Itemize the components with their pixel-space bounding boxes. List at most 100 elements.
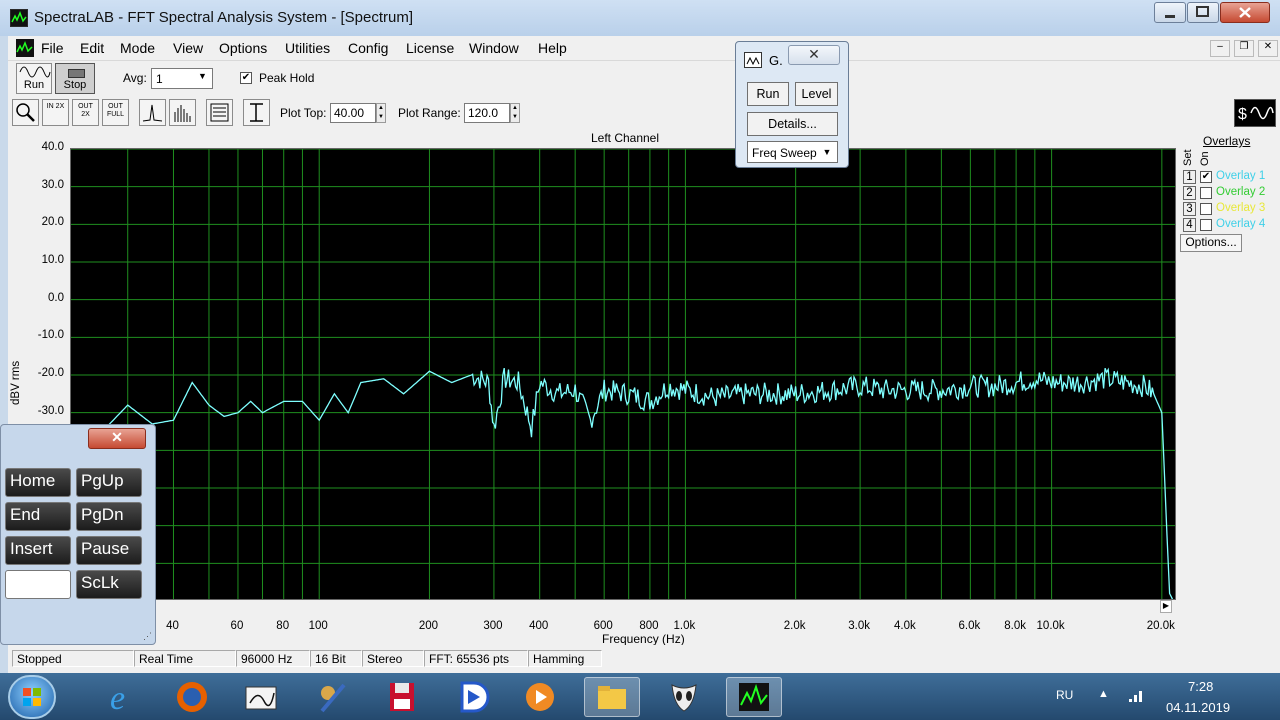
key-sclk[interactable]: ScLk — [76, 570, 142, 599]
spectrum-plot[interactable] — [70, 148, 1176, 600]
chevron-down-icon: ▼ — [817, 142, 837, 162]
floppy-app-icon[interactable] — [374, 677, 430, 717]
overlay-set-button[interactable]: 1 — [1183, 170, 1196, 184]
video-player-icon[interactable] — [512, 677, 568, 717]
key-insert[interactable]: Insert — [5, 536, 71, 565]
key-pgup[interactable]: PgUp — [76, 468, 142, 497]
y-tick-label: 10.0 — [41, 254, 64, 266]
signal-generator-icon[interactable]: $ — [1234, 99, 1276, 127]
minimize-button[interactable] — [1154, 2, 1186, 23]
maximize-button[interactable] — [1187, 2, 1219, 23]
clock-time[interactable]: 7:28 — [1188, 679, 1213, 694]
svg-text:$: $ — [1238, 106, 1247, 123]
plot-range-spinner[interactable]: ▲ ▼ — [510, 103, 520, 123]
generator-mode-select[interactable]: Freq Sweep ▼ — [747, 141, 838, 163]
menu-help[interactable]: Help — [538, 40, 567, 56]
status-mode: Real Time — [134, 650, 236, 667]
generator-window: G. ✕ Run Level Details... Freq Sweep ▼ — [735, 41, 849, 168]
media-player-icon[interactable] — [444, 677, 500, 717]
peak-hold-label: Peak Hold — [259, 71, 315, 85]
clock-date[interactable]: 04.11.2019 — [1166, 700, 1230, 715]
overlay-set-button[interactable]: 4 — [1183, 218, 1196, 232]
x-tick-label: 2.0k — [783, 620, 806, 632]
file-explorer-icon[interactable] — [584, 677, 640, 717]
run-button[interactable]: Run — [16, 63, 52, 94]
alien-app-icon[interactable] — [656, 677, 712, 717]
key-pause[interactable]: Pause — [76, 536, 142, 565]
mdi-restore-button[interactable]: ❐ — [1234, 40, 1254, 57]
menu-file[interactable]: File — [41, 40, 64, 56]
zoom-out-2x-button[interactable]: OUT 2X — [72, 99, 99, 126]
tools-app-icon[interactable] — [304, 677, 360, 717]
scroll-right-arrow[interactable]: ▶ — [1160, 600, 1172, 613]
menu-view[interactable]: View — [173, 40, 203, 56]
generator-level-button[interactable]: Level — [795, 82, 838, 106]
key-home[interactable]: Home — [5, 468, 71, 497]
resize-grip-icon[interactable]: ⋰ — [143, 631, 152, 642]
menu-utilities[interactable]: Utilities — [285, 40, 330, 56]
keyboard-close-button[interactable]: ✕ — [88, 428, 146, 449]
overlay-on-checkbox[interactable] — [1200, 203, 1212, 215]
x-tick-label: 400 — [529, 620, 549, 632]
cursor-button[interactable] — [243, 99, 270, 126]
stop-button[interactable]: Stop — [55, 63, 95, 94]
run-label: Run — [23, 79, 45, 91]
key-pgdn[interactable]: PgDn — [76, 502, 142, 531]
document-icon[interactable] — [16, 39, 34, 57]
tray-expand-icon[interactable]: ▲ — [1098, 688, 1109, 700]
overlay-set-button[interactable]: 3 — [1183, 202, 1196, 216]
y-tick-label: -30.0 — [37, 404, 64, 417]
x-tick-label: 8.0k — [1004, 620, 1026, 632]
menu-window[interactable]: Window — [469, 40, 519, 56]
line-plot-button[interactable] — [139, 99, 166, 126]
avg-select[interactable]: 1 ▼ — [151, 68, 213, 89]
plot-range-label: Plot Range: — [398, 106, 461, 120]
overlay-set-button[interactable]: 2 — [1183, 186, 1196, 200]
x-tick-label: 3.0k — [848, 620, 870, 632]
overlay-options-button[interactable]: Options... — [1180, 234, 1242, 252]
waterfall-button[interactable] — [206, 99, 233, 126]
overlay-label: Overlay 2 — [1216, 186, 1266, 198]
x-tick-label: 100 — [308, 620, 328, 632]
x-tick-label: 80 — [276, 620, 290, 632]
generator-close-button[interactable]: ✕ — [788, 45, 840, 65]
status-state: Stopped — [12, 650, 134, 667]
mdi-close-button[interactable]: ✕ — [1258, 40, 1278, 57]
menu-edit[interactable]: Edit — [80, 40, 104, 56]
network-icon[interactable] — [1127, 686, 1147, 707]
bar-plot-button[interactable] — [169, 99, 196, 126]
zoom-out-full-button[interactable]: OUT FULL — [102, 99, 129, 126]
key-end[interactable]: End — [5, 502, 71, 531]
signature-app-icon[interactable] — [234, 677, 290, 717]
window-title: SpectraLAB - FFT Spectral Analysis Syste… — [34, 9, 414, 26]
zoom-button[interactable] — [12, 99, 39, 126]
start-button[interactable] — [8, 675, 56, 719]
plot-top-spinner[interactable]: ▲ ▼ — [376, 103, 386, 123]
generator-details-button[interactable]: Details... — [747, 112, 838, 136]
close-button[interactable] — [1220, 2, 1270, 23]
menu-mode[interactable]: Mode — [120, 40, 155, 56]
chevron-down-icon: ▼ — [198, 71, 207, 81]
vertical-cursor-icon — [250, 103, 263, 122]
firefox-icon[interactable] — [164, 677, 220, 717]
zoom-in-2x-button[interactable]: IN 2X — [42, 99, 69, 126]
menu-options[interactable]: Options — [219, 40, 267, 56]
mdi-minimize-button[interactable]: – — [1210, 40, 1230, 57]
ie-icon[interactable]: e — [96, 677, 152, 717]
plot-top-input[interactable]: 40.00 — [330, 103, 376, 123]
key-blank[interactable] — [5, 570, 71, 599]
overlay-on-checkbox[interactable]: ✔ — [1200, 171, 1212, 183]
overlay-on-checkbox[interactable] — [1200, 187, 1212, 199]
bar-plot-icon — [174, 105, 191, 122]
language-indicator[interactable]: RU — [1056, 688, 1073, 702]
menu-license[interactable]: License — [406, 40, 454, 56]
overlay-on-checkbox[interactable] — [1200, 219, 1212, 231]
on-column-label: On — [1199, 151, 1211, 166]
plot-range-input[interactable]: 120.0 — [464, 103, 510, 123]
generator-run-button[interactable]: Run — [747, 82, 789, 106]
peak-hold-checkbox[interactable]: ✔ — [240, 72, 252, 84]
x-tick-label: 600 — [593, 620, 613, 632]
spectralab-taskbar-icon[interactable] — [726, 677, 782, 717]
menu-config[interactable]: Config — [348, 40, 388, 56]
spectralab-app-icon[interactable] — [10, 9, 28, 27]
